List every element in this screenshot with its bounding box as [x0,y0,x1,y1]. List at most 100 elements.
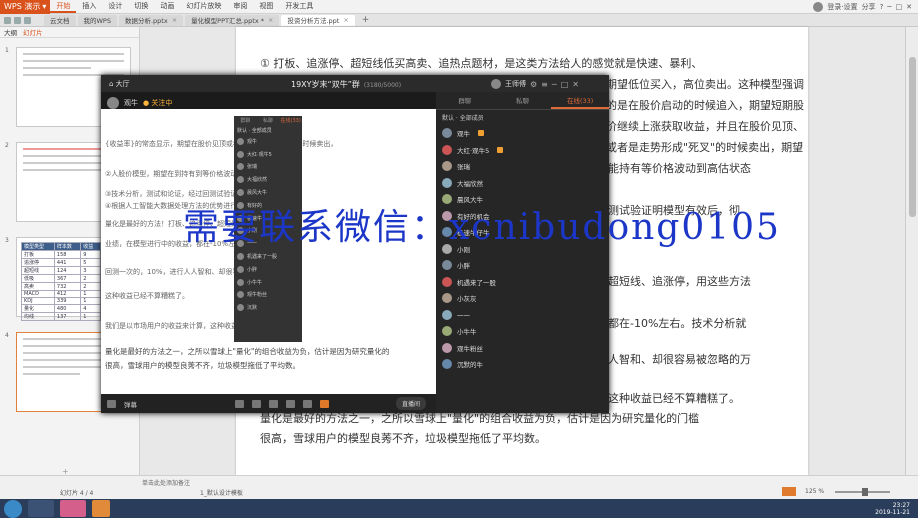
tab-document-1[interactable]: 我的WPS [77,14,117,26]
tab-label: 数据分析.pptx [124,17,168,25]
menu-2[interactable]: 设计 [102,1,128,13]
tab-outline[interactable]: 大纲 [4,27,17,37]
settings-icon[interactable]: ⚙ [530,80,537,89]
menu-7[interactable]: 视图 [253,1,279,13]
tab-slides[interactable]: 幻灯片 [23,27,43,37]
taskbar-app[interactable] [28,500,54,517]
theme-name: 1_默认设计模板 [200,490,243,497]
list-item[interactable]: 观牛 [234,135,302,148]
list-item[interactable]: 沉默的牛 [436,356,609,373]
table-cell: 追涨停 [21,258,55,267]
taskbar: 23:27 2019-11-21 [0,499,918,518]
close-tab-icon[interactable]: × [172,16,177,24]
zoom-slider-handle[interactable] [862,488,868,496]
user-name[interactable]: 王师傅 [505,79,526,89]
taskbar-app[interactable] [92,500,110,517]
tab-document-4[interactable]: 投资分析方法.ppt × [281,14,355,26]
gift-icon[interactable] [320,399,329,408]
menu-8[interactable]: 开发工具 [279,1,319,13]
list-item[interactable]: 观牛粉丝 [234,289,302,302]
list-item[interactable]: 观牛粉丝 [436,340,609,357]
record-icon[interactable] [303,399,312,408]
live-room-button[interactable]: 直播间 [395,397,426,410]
tab-document-2[interactable]: 数据分析.pptx × [118,14,184,26]
list-item[interactable]: 机遇来了一股 [234,250,302,263]
zoom-level[interactable]: 125 % [805,488,824,495]
status-bar: 单击此处添加备注 幻灯片 4 / 4 1_默认设计模板 125 % [0,475,918,499]
avatar[interactable] [813,1,824,12]
play-slideshow-button[interactable] [782,487,796,496]
list-item[interactable]: 大红·观牛5 [436,142,609,159]
minimize-icon[interactable]: ─ [887,3,891,11]
list-item[interactable]: 小胖 [436,257,609,274]
menu-bar: WPS 演示 ▾ 开始 插入 设计 切换 动画 幻灯片放映 审阅 视图 开发工具 登录·设置 分享… [0,0,918,14]
chat-tab-2[interactable]: 在线(33) [551,92,610,109]
tab-document-0[interactable]: 云文档 [44,14,76,26]
table-cell: 3 [80,266,101,275]
new-tab-icon[interactable]: + [362,15,370,25]
redo-icon[interactable] [24,16,31,24]
follow-button[interactable]: ● 关注中 [143,98,172,108]
list-item[interactable]: 小灰灰 [436,290,609,307]
user-avatar[interactable] [491,79,501,89]
list-item[interactable]: 张瑞 [436,158,609,175]
chat-tab-0[interactable]: 群聊 [436,92,494,109]
close-icon[interactable]: ✕ [572,80,579,89]
home-button[interactable]: ⌂ 大厅 [101,79,130,89]
notes-placeholder[interactable]: 单击此处添加备注 [140,476,192,489]
start-button[interactable] [4,499,22,518]
minimize-icon[interactable]: ─ [552,80,557,89]
menu-6[interactable]: 审阅 [227,1,253,13]
mini-tab-0[interactable]: 群聊 [234,116,257,126]
member-name: 小牛牛 [247,279,263,286]
maximize-icon[interactable]: □ [561,80,569,89]
save-icon[interactable] [4,16,11,24]
menu-0[interactable]: 开始 [50,1,77,13]
screen-share-icon[interactable] [252,399,261,408]
camera-icon[interactable] [235,399,244,408]
list-item[interactable]: 大红·观牛5 [234,148,302,161]
taskbar-app[interactable] [60,500,86,517]
wps-app-button[interactable]: WPS 演示 ▾ [0,0,51,14]
list-item[interactable]: 张瑞 [234,161,302,174]
list-item[interactable]: 小牛牛 [436,323,609,340]
menu-3[interactable]: 切换 [128,1,154,13]
close-tab-icon[interactable]: × [268,16,273,24]
list-item[interactable]: 大福欣然 [436,175,609,192]
undo-icon[interactable] [14,16,21,24]
video-control-bar: 弹幕 直播间 [101,394,436,413]
list-item[interactable]: 小牛牛 [234,276,302,289]
microphone-icon[interactable] [269,399,278,408]
close-icon[interactable]: ✕ [906,3,912,11]
tab-document-3[interactable]: 量化模型PPT汇总.pptx * × [185,14,280,26]
list-item[interactable]: 机遇来了一股 [436,274,609,291]
menu-4[interactable]: 动画 [154,1,180,13]
share-button[interactable]: 分享 [862,2,876,12]
edit-icon[interactable] [286,399,295,408]
table-row: 模型类型 样本数 收益 [21,242,101,251]
list-item[interactable]: 小胖 [234,263,302,276]
user-link[interactable]: 登录·设置 [827,2,857,12]
list-item[interactable]: 大福欣然 [234,173,302,186]
mini-tab-2[interactable]: 在线(33) [279,116,302,126]
volume-icon[interactable] [107,399,116,408]
vip-badge-icon [497,146,504,153]
anchor-avatar[interactable] [107,97,119,109]
mini-tab-1[interactable]: 私聊 [257,116,280,126]
list-item[interactable]: 观牛 [436,125,609,142]
menu-1[interactable]: 插入 [76,1,102,13]
list-item[interactable]: 一一 [436,307,609,324]
help-icon[interactable]: ? [880,3,884,11]
chat-toggle[interactable]: 弹幕 [124,399,137,409]
close-tab-icon[interactable]: × [343,16,348,24]
table-cell: 量化 [21,304,55,313]
list-item[interactable]: 沉默 [234,301,302,314]
vertical-scrollbar[interactable] [905,27,918,475]
maximize-icon[interactable]: □ [896,3,903,11]
slide-number: 2 [5,142,9,149]
menu-icon[interactable]: ≡ [541,80,548,89]
table-cell: 均线 [21,312,55,321]
member-filter[interactable]: 默认 · 全部成员 [436,110,609,125]
chat-tab-1[interactable]: 私聊 [494,92,552,109]
menu-5[interactable]: 幻灯片放映 [180,1,227,13]
